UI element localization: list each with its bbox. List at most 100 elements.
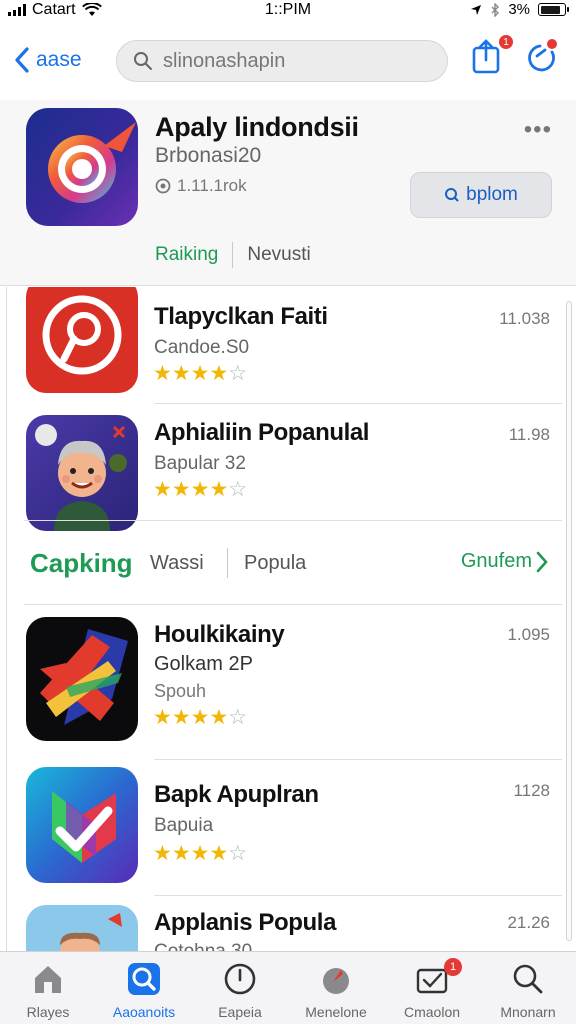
rating-stars: ★★★★☆ — [153, 705, 247, 730]
featured-subtitle: Brbonasi20 — [155, 144, 262, 167]
row-divider — [154, 403, 562, 404]
app-list[interactable]: Tlapyclkan Faiti Candoe.S0 11.038 ★★★★☆ — [0, 287, 576, 951]
share-button[interactable]: 1 — [470, 34, 514, 78]
tab-players[interactable]: Rlayes — [0, 952, 96, 1024]
tab-search[interactable]: Aaoanoits — [96, 952, 192, 1024]
star-filled-icon: ★ — [209, 362, 229, 385]
home-icon — [35, 966, 61, 993]
featured-app[interactable]: Apaly lindondsii Brbonasi20 1.11.1rok ••… — [0, 100, 576, 286]
section-tab-2[interactable]: Popula — [244, 552, 306, 575]
tab-more[interactable]: Mnonarn — [480, 952, 576, 1024]
section-header: Capking Wassi Popula Gnufem — [0, 524, 576, 604]
rocket-icon — [323, 968, 349, 994]
section-tab-1[interactable]: Wassi — [150, 552, 204, 575]
app-title: Houlkikainy — [154, 621, 285, 648]
star-filled-icon: ★ — [190, 842, 210, 865]
featured-app-icon — [26, 108, 138, 226]
app-subtitle: Golkam 2P — [154, 653, 253, 675]
back-button[interactable]: aase — [14, 42, 82, 78]
featured-title: Apaly lindondsii — [155, 112, 359, 142]
status-right: 3% — [470, 1, 569, 18]
app-size: 1.095 — [507, 625, 550, 644]
chevron-left-icon — [15, 47, 29, 73]
section-divider-top — [24, 520, 562, 521]
tab-label: Menelone — [305, 1004, 367, 1020]
featured-meta-text: 1.11.1rok — [177, 176, 247, 195]
star-filled-icon: ★ — [209, 706, 229, 729]
app-subtitle: Cotohna 30 — [154, 941, 252, 951]
more-options-icon[interactable]: ••• — [524, 116, 552, 144]
tab-label: Rlayes — [26, 1004, 70, 1020]
update-button[interactable] — [524, 38, 560, 78]
app-title: Aphialiin Popanulal — [154, 419, 370, 446]
featured-tabs: Raiking Nevusti — [155, 242, 311, 268]
app-title: Bapk Apuplran — [154, 781, 319, 808]
star-filled-icon: ★ — [153, 362, 172, 385]
location-icon — [471, 4, 482, 15]
rating-stars: ★★★★☆ — [153, 477, 247, 502]
tab-label: Eapeia — [218, 1004, 262, 1020]
star-filled-icon: ★ — [209, 842, 229, 865]
app-subtitle: Bapular 32 — [154, 453, 246, 474]
app-size: 1128 — [513, 781, 550, 800]
see-all-label: Gnufem — [460, 550, 532, 572]
tab-badge: 1 — [444, 958, 462, 976]
star-filled-icon: ★ — [153, 478, 172, 501]
tab-label: Mnonarn — [500, 1004, 556, 1020]
app-size: 11.98 — [508, 425, 550, 444]
app-icon — [26, 415, 138, 531]
star-empty-icon: ☆ — [228, 842, 248, 865]
star-filled-icon: ★ — [171, 478, 191, 501]
search-placeholder: slinonashapin — [163, 49, 286, 72]
row-divider — [154, 895, 562, 896]
star-filled-icon: ★ — [153, 706, 172, 729]
app-icon — [26, 287, 138, 393]
app-title: Applanis Popula — [154, 909, 337, 936]
tab-divider — [232, 242, 234, 268]
scrollbar[interactable] — [566, 301, 572, 941]
search-tab-icon — [128, 963, 160, 995]
star-filled-icon: ★ — [190, 706, 210, 729]
star-filled-icon: ★ — [171, 362, 191, 385]
tab-apps[interactable]: Eapeia — [192, 952, 288, 1024]
star-filled-icon: ★ — [190, 478, 210, 501]
app-icon — [26, 905, 138, 951]
section-tab-divider — [227, 548, 228, 578]
bluetooth-icon — [491, 2, 500, 17]
chevron-right-icon — [536, 551, 548, 572]
battery-icon — [538, 3, 569, 16]
app-size: 21.26 — [507, 913, 550, 932]
tab-new[interactable]: Nevusti — [247, 244, 310, 266]
star-filled-icon: ★ — [171, 842, 191, 865]
search-small-icon — [445, 188, 459, 202]
header: aase slinonashapin 1 — [0, 28, 576, 98]
tab-label: Aaoanoits — [112, 1004, 176, 1020]
info-icon — [155, 178, 171, 194]
section-title: Capking — [30, 548, 133, 578]
star-empty-icon: ☆ — [228, 478, 248, 501]
tab-bar: Rlayes Aaoanoits Eapeia Menelone 1 Cmaol… — [0, 951, 576, 1024]
section-divider-bottom — [24, 604, 562, 605]
share-badge: 1 — [498, 34, 514, 50]
tab-updates[interactable]: 1 Cmaolon — [384, 952, 480, 1024]
app-extra: Spouh — [154, 681, 207, 701]
status-bar: Catart 1::PIM 3% — [0, 0, 576, 22]
star-filled-icon: ★ — [190, 362, 210, 385]
app-subtitle: Bapuia — [154, 815, 214, 836]
clock-icon — [224, 963, 256, 995]
search-icon — [513, 964, 543, 994]
app-title: Tlapyclkan Faiti — [154, 303, 328, 330]
back-label: aase — [36, 48, 82, 71]
app-subtitle: Candoe.S0 — [154, 337, 250, 358]
search-input[interactable]: slinonashapin — [116, 40, 448, 82]
app-size: 11.038 — [499, 309, 550, 328]
tab-games[interactable]: Menelone — [288, 952, 384, 1024]
get-label: bplom — [466, 184, 518, 205]
rating-stars: ★★★★☆ — [153, 841, 247, 866]
tab-ranking[interactable]: Raiking — [155, 244, 218, 266]
star-filled-icon: ★ — [171, 706, 191, 729]
tab-label: Cmaolon — [403, 1004, 461, 1020]
see-all-link[interactable]: Gnufem — [461, 550, 548, 573]
app-icon — [26, 617, 138, 741]
get-button[interactable]: bplom — [410, 172, 552, 218]
